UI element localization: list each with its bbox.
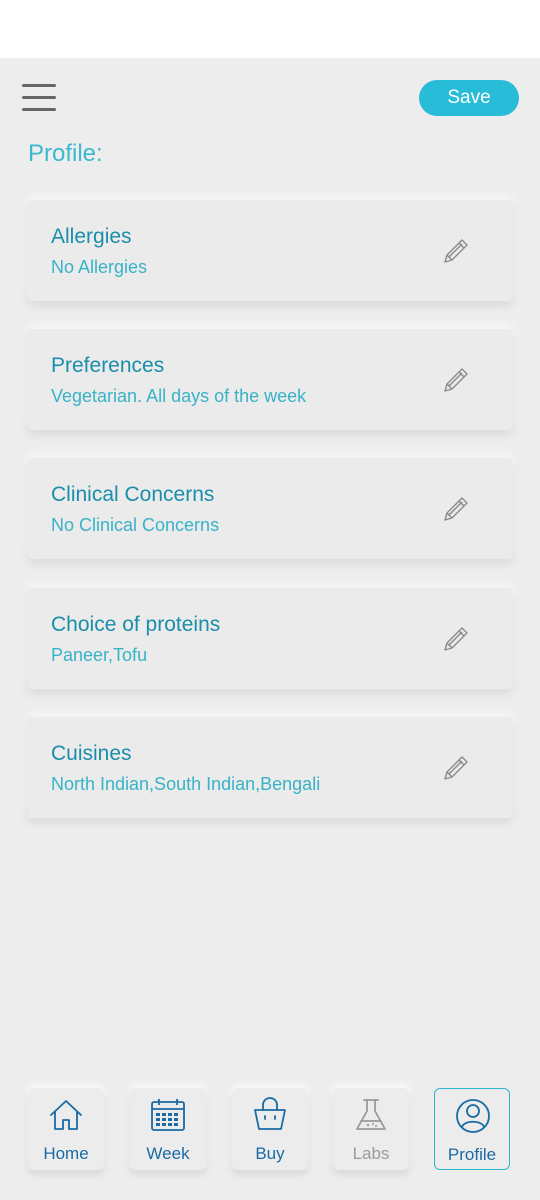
card-value: Vegetarian. All days of the week: [51, 386, 307, 406]
bottom-nav: Home Week Buy Labs Profile: [0, 1086, 540, 1172]
nav-label: Home: [43, 1144, 89, 1163]
profile-card-preferences[interactable]: Preferences Vegetarian. All days of the …: [28, 329, 512, 430]
card-value: No Allergies: [51, 257, 148, 277]
profile-screen: Save Profile: Allergies No Allergies Pre…: [0, 58, 540, 1200]
status-bar: [0, 0, 540, 58]
flask-icon: [356, 1099, 386, 1130]
pencil-icon[interactable]: [441, 236, 471, 266]
profile-card-cuisines[interactable]: Cuisines North Indian,South Indian,Benga…: [28, 717, 512, 818]
user-icon: [456, 1099, 490, 1133]
card-title: Cuisines: [51, 742, 132, 765]
menu-icon-line: [22, 96, 56, 99]
pencil-icon[interactable]: [441, 365, 471, 395]
page-title: Profile:: [28, 140, 103, 167]
profile-card-proteins[interactable]: Choice of proteins Paneer,Tofu: [28, 588, 512, 689]
nav-label: Week: [146, 1144, 190, 1163]
menu-icon-line: [22, 108, 56, 111]
nav-label: Buy: [255, 1144, 285, 1163]
home-icon: [50, 1100, 82, 1130]
card-title: Clinical Concerns: [51, 483, 215, 506]
save-button[interactable]: Save: [419, 80, 519, 116]
calendar-icon: [151, 1099, 185, 1131]
card-title: Allergies: [51, 225, 132, 248]
card-title: Choice of proteins: [51, 613, 221, 636]
profile-card-allergies[interactable]: Allergies No Allergies: [28, 200, 512, 301]
nav-label: Labs: [352, 1144, 390, 1163]
menu-icon-line: [22, 84, 56, 87]
nav-profile[interactable]: Profile: [434, 1088, 510, 1170]
pencil-icon[interactable]: [441, 494, 471, 524]
profile-card-clinical-concerns[interactable]: Clinical Concerns No Clinical Concerns: [28, 458, 512, 559]
nav-labs[interactable]: Labs: [333, 1088, 409, 1170]
shopping-bag-icon: [254, 1097, 286, 1130]
card-value: No Clinical Concerns: [51, 515, 220, 535]
nav-week[interactable]: Week: [130, 1088, 206, 1170]
card-value: Paneer,Tofu: [51, 645, 148, 665]
card-value: North Indian,South Indian,Bengali: [51, 774, 321, 794]
menu-button[interactable]: [22, 82, 56, 114]
nav-buy[interactable]: Buy: [232, 1088, 308, 1170]
card-title: Preferences: [51, 354, 165, 377]
pencil-icon[interactable]: [441, 753, 471, 783]
nav-home[interactable]: Home: [28, 1088, 104, 1170]
pencil-icon[interactable]: [441, 624, 471, 654]
nav-label: Profile: [447, 1145, 497, 1164]
